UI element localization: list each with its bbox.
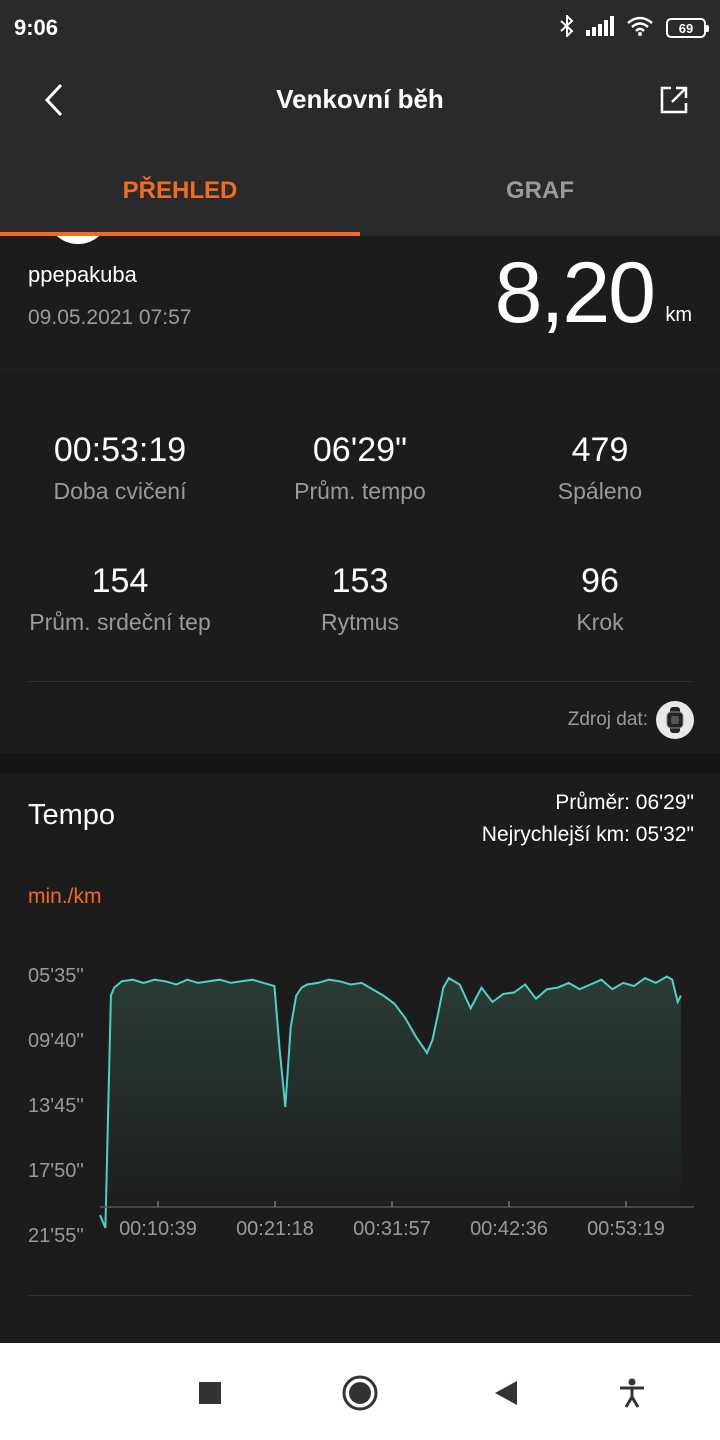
data-source[interactable]: Zdroj dat: (568, 701, 694, 739)
stat-value: 00:53:19 (53, 431, 187, 469)
stat-label: Spáleno (557, 478, 643, 504)
x-tick-label: 00:21:18 (236, 1218, 314, 1240)
triangle-back-icon (495, 1381, 517, 1405)
stat-value: 153 (331, 562, 389, 600)
tempo-card: Tempo Průměr: 06'29" Nejrychlejší km: 05… (0, 773, 720, 1343)
x-tick-label: 00:53:19 (587, 1218, 665, 1240)
stat-value: 154 (91, 562, 149, 600)
tab-overview[interactable]: PŘEHLED (0, 146, 360, 236)
stat-cadence: 153 Rytmus (240, 562, 480, 636)
stat-value: 479 (571, 431, 629, 469)
page-title: Venkovní běh (276, 84, 444, 114)
summary-card: ppepakuba 09.05.2021 07:57 8,20 km (0, 236, 720, 374)
stat-label: Krok (576, 609, 624, 635)
system-nav-bar (0, 1343, 720, 1440)
system-back-button[interactable] (484, 1371, 528, 1415)
circle-icon (342, 1375, 378, 1411)
tempo-title: Tempo (28, 799, 116, 831)
tab-bar: PŘEHLED GRAF (0, 146, 720, 236)
stat-avg-pace: 06'29" Prům. tempo (240, 431, 480, 505)
x-tick-label: 00:42:36 (470, 1218, 548, 1240)
status-bar: 9:06 69 (0, 0, 720, 56)
stat-duration: 00:53:19 Doba cvičení (0, 431, 240, 505)
stat-avg-heart-rate: 154 Prům. srdeční tep (0, 562, 240, 636)
workout-datetime: 09.05.2021 07:57 (28, 306, 192, 329)
divider (28, 681, 692, 682)
tempo-summary: Průměr: 06'29" Nejrychlejší km: 05'32" (482, 787, 694, 851)
divider (28, 1295, 692, 1296)
share-icon (660, 86, 688, 114)
stat-label: Prům. srdeční tep (29, 609, 211, 635)
username: ppepakuba (28, 262, 137, 287)
stat-stride: 96 Krok (480, 562, 720, 636)
bluetooth-icon (560, 13, 574, 42)
distance-unit: km (665, 304, 692, 326)
avatar[interactable] (46, 236, 110, 244)
tempo-chart[interactable]: 05'35'' 09'40'' 13'45'' 17'50'' 21'55'' 00:1… (0, 943, 720, 1273)
tempo-average: Průměr: 06'29" (555, 791, 694, 814)
stat-value: 06'29" (312, 431, 408, 469)
y-tick-label: 09'40'' (28, 1030, 84, 1052)
battery-indicator: 69 (666, 18, 709, 38)
stats-card: 00:53:19 Doba cvičení 06'29" Prům. tempo… (0, 375, 720, 753)
stat-calories: 479 Spáleno (480, 431, 720, 505)
y-tick-label: 13'45'' (28, 1095, 84, 1117)
data-source-label: Zdroj dat: (567, 709, 648, 730)
wifi-icon (626, 16, 654, 41)
accessibility-icon (620, 1378, 644, 1408)
distance-value: 8,20 (494, 245, 656, 341)
stat-label: Doba cvičení (53, 478, 187, 504)
status-icons: 69 (560, 13, 709, 42)
y-axis: 05'35'' 09'40'' 13'45'' 17'50'' 21'55'' (28, 965, 84, 1247)
tab-graph[interactable]: GRAF (360, 146, 720, 236)
watch-icon (656, 701, 694, 739)
x-tick-label: 00:10:39 (119, 1218, 197, 1240)
tempo-fastest-km: Nejrychlejší km: 05'32" (481, 823, 694, 846)
tempo-area (100, 976, 681, 1228)
accessibility-button[interactable] (610, 1371, 654, 1415)
tempo-unit: min./km (28, 885, 102, 908)
x-tick-label: 00:31:57 (353, 1218, 431, 1240)
share-button[interactable] (650, 76, 698, 124)
stat-label: Prům. tempo (294, 478, 426, 504)
app-header: Venkovní běh (0, 56, 720, 146)
square-icon (199, 1382, 221, 1404)
recents-button[interactable] (188, 1371, 232, 1415)
status-time: 9:06 (14, 15, 59, 40)
y-tick-label: 21'55'' (28, 1225, 84, 1247)
stat-label: Rytmus (321, 609, 399, 635)
signal-icon (586, 15, 614, 41)
y-tick-label: 05'35'' (28, 965, 84, 987)
stat-value: 96 (581, 562, 619, 600)
home-button[interactable] (338, 1371, 382, 1415)
y-tick-label: 17'50'' (28, 1160, 84, 1182)
